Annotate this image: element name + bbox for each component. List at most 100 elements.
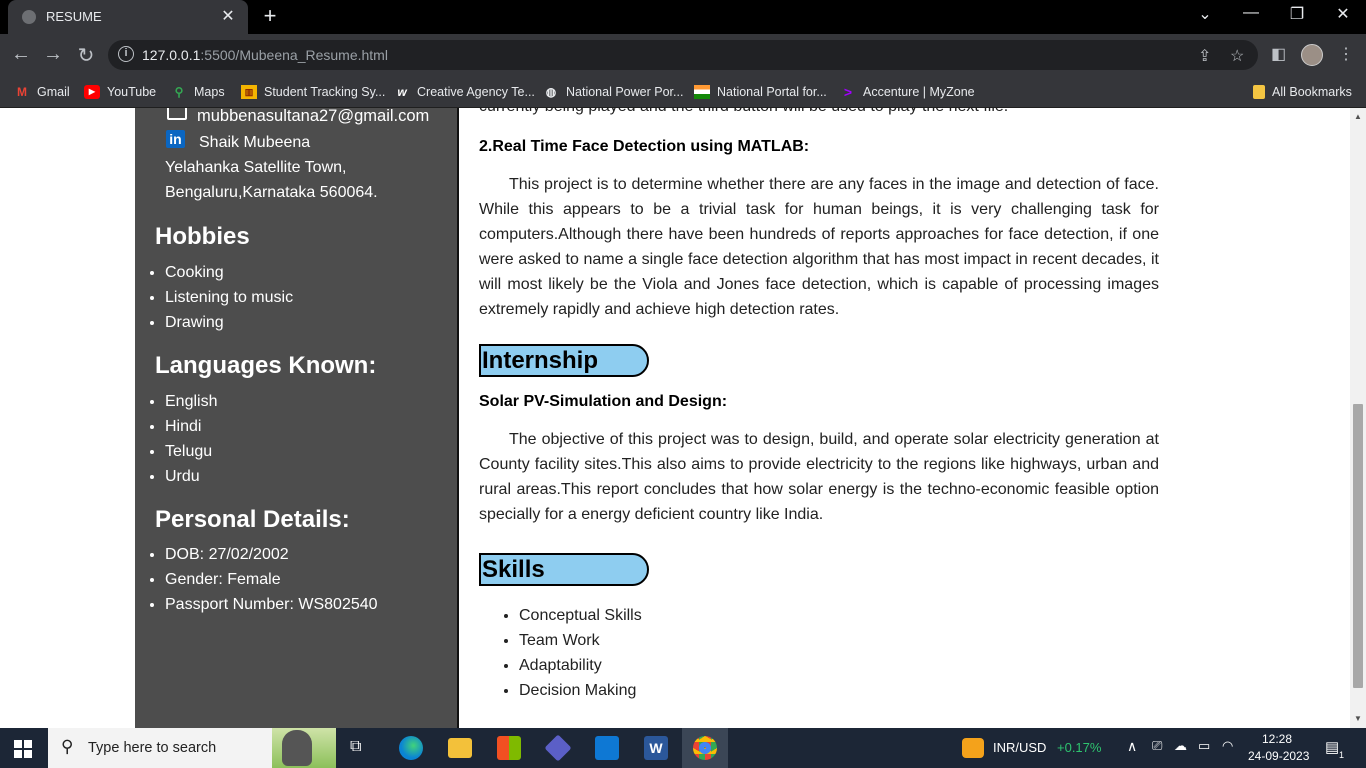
chart-icon: ▥ xyxy=(241,85,257,99)
clock-date[interactable]: 24-09-2023 xyxy=(1248,749,1309,763)
scroll-down-icon[interactable]: ▼ xyxy=(1354,714,1362,723)
app-icon[interactable] xyxy=(544,734,572,762)
windows-taskbar: ⚲ Type here to search ⧉ W INR/USD +0.17%… xyxy=(0,728,1366,768)
minimize-button[interactable]: — xyxy=(1228,4,1274,22)
address-line-2: Bengaluru,Karnataka 560064. xyxy=(165,184,378,201)
list-item: Adaptability xyxy=(519,653,642,678)
list-item: Gender: Female xyxy=(165,567,378,592)
internship-description: The objective of this project was to des… xyxy=(479,431,1159,523)
linkedin-link[interactable]: Shaik Mubeena xyxy=(199,134,310,152)
bookmark-national-power[interactable]: ◍ National Power Por... xyxy=(543,82,684,102)
tab-strip: RESUME ✕ + ⌄ — ❐ ✕ xyxy=(0,0,1366,34)
youtube-icon: ▶ xyxy=(84,85,100,99)
internship-heading: Internship xyxy=(479,344,649,377)
reload-icon[interactable]: ↻ xyxy=(73,43,99,68)
list-item: English xyxy=(165,389,217,414)
skills-heading: Skills xyxy=(479,553,649,586)
meet-now-icon[interactable]: ⎚ xyxy=(1152,738,1162,754)
profile-avatar[interactable] xyxy=(1301,44,1323,66)
currency-label[interactable]: INR/USD xyxy=(993,740,1046,755)
word-icon[interactable]: W xyxy=(644,736,668,760)
address-bar[interactable]: i 127.0.0.1:5500/Mubeena_Resume.html ⇪ ☆ xyxy=(108,40,1258,70)
resume-sidebar: mubbenasultana27@gmail.com in Shaik Mube… xyxy=(135,108,457,728)
restore-button[interactable]: ❐ xyxy=(1274,4,1320,24)
bookmark-national-portal[interactable]: National Portal for... xyxy=(694,82,827,102)
maps-icon: ⚲ xyxy=(174,85,184,99)
chrome-icon[interactable] xyxy=(693,736,717,760)
flag-icon xyxy=(694,85,710,99)
list-item: Hindi xyxy=(165,414,217,439)
column-divider xyxy=(457,108,459,728)
currency-change: +0.17% xyxy=(1057,740,1102,755)
list-item: Passport Number: WS802540 xyxy=(165,592,378,617)
search-placeholder: Type here to search xyxy=(88,740,217,756)
project-2-title: 2.Real Time Face Detection using MATLAB: xyxy=(479,138,810,155)
microsoft-store-icon[interactable] xyxy=(497,736,521,760)
list-item: Telugu xyxy=(165,439,217,464)
globe-icon xyxy=(22,10,36,24)
bookmark-star-icon[interactable]: ☆ xyxy=(1230,46,1244,66)
tab-search-icon[interactable]: ⌄ xyxy=(1182,4,1228,24)
scrollbar-thumb[interactable] xyxy=(1353,404,1363,688)
personal-details-list: DOB: 27/02/2002 Gender: Female Passport … xyxy=(165,542,378,617)
scroll-up-icon[interactable]: ▲ xyxy=(1354,112,1362,121)
new-tab-button[interactable]: + xyxy=(258,3,282,29)
project-2-description: This project is to determine whether the… xyxy=(479,176,1159,318)
battery-icon[interactable]: ▭ xyxy=(1198,738,1210,754)
bookmark-youtube[interactable]: ▶ YouTube xyxy=(84,82,156,102)
page-scrollbar[interactable]: ▲ ▼ xyxy=(1350,108,1366,728)
notification-icon[interactable]: ▤ xyxy=(1325,738,1339,756)
address-line-1: Yelahanka Satellite Town, xyxy=(165,159,347,176)
windows-start-icon[interactable] xyxy=(14,740,32,758)
bookmark-gmail[interactable]: M Gmail xyxy=(14,82,70,102)
languages-heading: Languages Known: xyxy=(155,352,377,379)
wifi-icon[interactable]: ◠ xyxy=(1222,738,1233,754)
file-explorer-icon[interactable] xyxy=(448,738,472,758)
taskbar-search[interactable]: ⚲ Type here to search xyxy=(48,728,336,768)
site-info-icon[interactable]: i xyxy=(118,46,134,62)
bookmark-student-tracking[interactable]: ▥ Student Tracking Sy... xyxy=(241,82,385,102)
url-text[interactable]: 127.0.0.1:5500/Mubeena_Resume.html xyxy=(142,47,388,63)
list-item: Drawing xyxy=(165,310,293,335)
edge-icon[interactable] xyxy=(399,736,423,760)
notification-count: 1 xyxy=(1339,750,1345,760)
accenture-icon: > xyxy=(843,84,853,100)
tab-title: RESUME xyxy=(46,9,102,24)
list-item: Listening to music xyxy=(165,285,293,310)
list-item: DOB: 27/02/2002 xyxy=(165,542,378,567)
w-logo-icon: w xyxy=(397,85,407,99)
bookmark-creative-agency[interactable]: w Creative Agency Te... xyxy=(394,82,535,102)
folder-icon xyxy=(1253,85,1265,99)
linkedin-icon: in xyxy=(166,130,185,148)
globe-icon: ◍ xyxy=(545,85,557,99)
internship-subtitle: Solar PV-Simulation and Design: xyxy=(479,393,728,410)
hobbies-list: Cooking Listening to music Drawing xyxy=(165,260,293,335)
chevron-up-icon[interactable]: ∧ xyxy=(1127,738,1137,755)
stocks-icon[interactable] xyxy=(962,738,984,758)
bookmark-accenture[interactable]: > Accenture | MyZone xyxy=(840,82,975,102)
search-icon: ⚲ xyxy=(61,737,74,756)
email-link[interactable]: mubbenasultana27@gmail.com xyxy=(197,108,429,126)
personal-details-heading: Personal Details: xyxy=(155,506,350,533)
share-icon[interactable]: ⇪ xyxy=(1198,46,1211,66)
tab-close-button[interactable]: ✕ xyxy=(218,6,238,26)
vscode-icon[interactable] xyxy=(595,736,619,760)
bookmark-maps[interactable]: ⚲ Maps xyxy=(171,82,225,102)
skills-list: Conceptual Skills Team Work Adaptability… xyxy=(519,603,642,703)
back-arrow-icon[interactable]: ← xyxy=(8,43,34,66)
list-item: Cooking xyxy=(165,260,293,285)
forward-arrow-icon[interactable]: → xyxy=(40,43,66,66)
list-item: Decision Making xyxy=(519,678,642,703)
browser-tab[interactable]: RESUME ✕ xyxy=(8,0,248,34)
side-panel-icon[interactable]: ◧ xyxy=(1271,44,1286,64)
list-item: Urdu xyxy=(165,464,217,489)
close-window-button[interactable]: ✕ xyxy=(1320,4,1366,24)
task-view-icon[interactable]: ⧉ xyxy=(350,738,361,756)
all-bookmarks-button[interactable]: All Bookmarks xyxy=(1253,82,1352,102)
bookmarks-bar: M Gmail ▶ YouTube ⚲ Maps ▥ Student Tracking … xyxy=(0,76,1366,108)
onedrive-icon[interactable]: ☁ xyxy=(1174,738,1187,754)
clock-time[interactable]: 12:28 xyxy=(1262,732,1292,746)
gmail-icon: M xyxy=(17,85,27,99)
cut-off-text: currently being played and the third but… xyxy=(479,108,1008,116)
menu-kebab-icon[interactable]: ⋮ xyxy=(1338,44,1354,64)
